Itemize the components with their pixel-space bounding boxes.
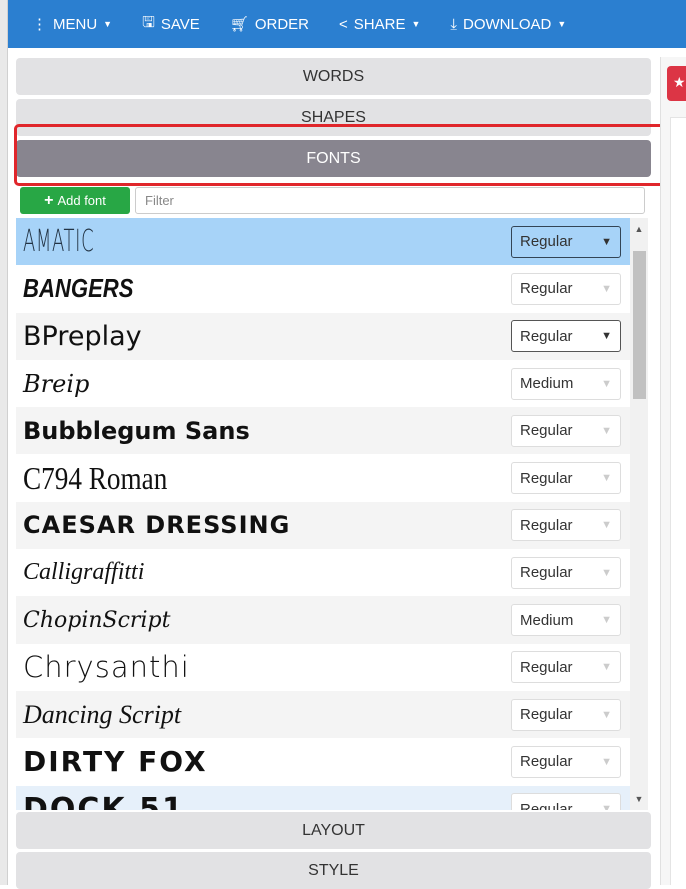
font-name: BANGERS [23,273,134,304]
section-words[interactable]: WORDS [16,58,651,95]
floppy-icon: 🖫 [142,13,155,31]
dropdown-arrow-icon: ▼ [601,282,612,295]
font-list-scrollbar[interactable]: ▲ ▼ [630,218,648,810]
scroll-up-icon[interactable]: ▲ [630,224,648,234]
font-name: DOCK 51 [23,791,185,810]
star-button[interactable]: ★ [667,66,686,101]
dropdown-arrow-icon: ▼ [601,708,612,721]
font-style-select[interactable]: Regular ▼ [511,462,621,495]
caret-down-icon: ▼ [557,19,567,29]
dropdown-arrow-icon: ▼ [601,235,612,248]
font-style-value: Regular [520,564,573,582]
font-style-select[interactable]: Regular ▼ [511,556,621,589]
right-canvas [670,117,686,885]
dropdown-arrow-icon: ▼ [601,755,612,768]
dropdown-arrow-icon: ▼ [601,472,612,485]
font-row[interactable]: CAESAR DRESSING Regular ▼ [16,501,630,550]
menu-button[interactable]: ⋮ MENU ▼ [32,15,113,34]
filter-input[interactable] [135,187,645,214]
cart-icon: 🛒︎ [229,16,249,33]
font-style-select[interactable]: Regular ▼ [511,509,621,542]
font-name: Calligraffitti [23,559,145,586]
scroll-thumb[interactable] [633,251,646,399]
font-style-select[interactable]: Regular ▼ [511,745,621,778]
font-style-value: Medium [520,375,574,393]
star-icon: ★ [673,74,686,90]
font-style-select[interactable]: Regular ▼ [511,651,621,684]
download-button[interactable]: ⤓ DOWNLOAD ▼ [450,16,566,33]
font-style-value: Regular [520,800,573,810]
share-button[interactable]: < SHARE ▼ [339,16,420,33]
dropdown-arrow-icon: ▼ [601,519,612,532]
order-button[interactable]: 🛒︎ ORDER [229,15,309,34]
font-name: BPreplay [23,320,142,352]
font-style-select[interactable]: Regular ▼ [511,414,621,447]
font-row[interactable]: DOCK 51 Regular ▼ [16,785,630,810]
font-row[interactable]: Chrysanthi Regular ▼ [16,643,630,691]
font-style-value: Regular [520,327,573,345]
font-list: AMATIC Regular ▼ BANGERS Regular ▼ BPreplay … [16,218,630,810]
font-style-select[interactable]: Regular ▼ [511,320,621,353]
font-row[interactable]: Calligraffitti Regular ▼ [16,549,630,597]
font-style-value: Regular [520,280,573,298]
font-style-value: Regular [520,422,573,440]
font-name: Chrysanthi [23,650,190,685]
font-style-value: Regular [520,658,573,676]
save-button[interactable]: 🖫 SAVE [142,12,200,37]
left-edge [0,0,8,885]
section-style[interactable]: STYLE [16,852,651,889]
font-row[interactable]: DIRTY FOX Regular ▼ [16,738,630,786]
dropdown-arrow-icon: ▼ [601,424,612,437]
kebab-icon: ⋮ [32,16,47,33]
font-row[interactable]: C794 Roman Regular ▼ [16,454,630,502]
font-style-select[interactable]: Medium ▼ [511,367,621,400]
scroll-down-icon[interactable]: ▼ [630,794,648,804]
font-style-value: Medium [520,611,574,629]
font-row[interactable]: Bubblegum Sans Regular ▼ [16,407,630,455]
font-style-select[interactable]: Regular ▼ [511,698,621,731]
font-style-value: Regular [520,753,573,771]
font-name: ChopinScript [23,607,171,633]
font-row[interactable]: ChopinScript Medium ▼ [16,596,630,644]
font-name: Breip [23,369,90,398]
download-icon: ⤓ [450,15,458,33]
font-row[interactable]: Breip Medium ▼ [16,359,630,408]
dropdown-arrow-icon: ▼ [601,614,612,627]
font-style-select[interactable]: Regular ▼ [511,272,621,305]
font-row[interactable]: BPreplay Regular ▼ [16,312,630,360]
caret-down-icon: ▼ [411,19,421,29]
font-style-select[interactable]: Regular ▼ [511,225,621,258]
plus-icon: + [44,191,54,209]
font-row[interactable]: BANGERS Regular ▼ [16,265,630,313]
font-style-value: Regular [520,469,573,487]
section-fonts[interactable]: FONTS [16,140,651,177]
section-shapes[interactable]: SHAPES [16,99,651,136]
font-name: Dancing Script [23,699,182,729]
add-font-button[interactable]: + Add font [20,187,130,214]
font-style-value: Regular [520,516,573,534]
caret-down-icon: ▼ [103,19,113,29]
dropdown-arrow-icon: ▼ [601,803,612,810]
dropdown-arrow-icon: ▼ [601,661,612,674]
dropdown-arrow-icon: ▼ [601,566,612,579]
dropdown-arrow-icon: ▼ [601,330,612,343]
font-name: CAESAR DRESSING [23,511,291,540]
font-row[interactable]: Dancing Script Regular ▼ [16,690,630,739]
share-icon: < [339,15,348,33]
font-name: Bubblegum Sans [23,416,250,445]
top-toolbar: ⋮ MENU ▼ 🖫 SAVE 🛒︎ ORDER < SHARE ▼ ⤓ DOWNLOAD ▼ [8,0,686,48]
font-name: C794 Roman [23,459,168,496]
font-name: DIRTY FOX [23,745,208,779]
dropdown-arrow-icon: ▼ [601,377,612,390]
font-style-select[interactable]: Regular ▼ [511,793,621,810]
font-row[interactable]: AMATIC Regular ▼ [16,218,630,266]
font-style-value: Regular [520,233,573,251]
font-name: AMATIC [23,224,95,260]
font-style-value: Regular [520,706,573,724]
section-layout[interactable]: LAYOUT [16,812,651,849]
font-style-select[interactable]: Medium ▼ [511,604,621,637]
